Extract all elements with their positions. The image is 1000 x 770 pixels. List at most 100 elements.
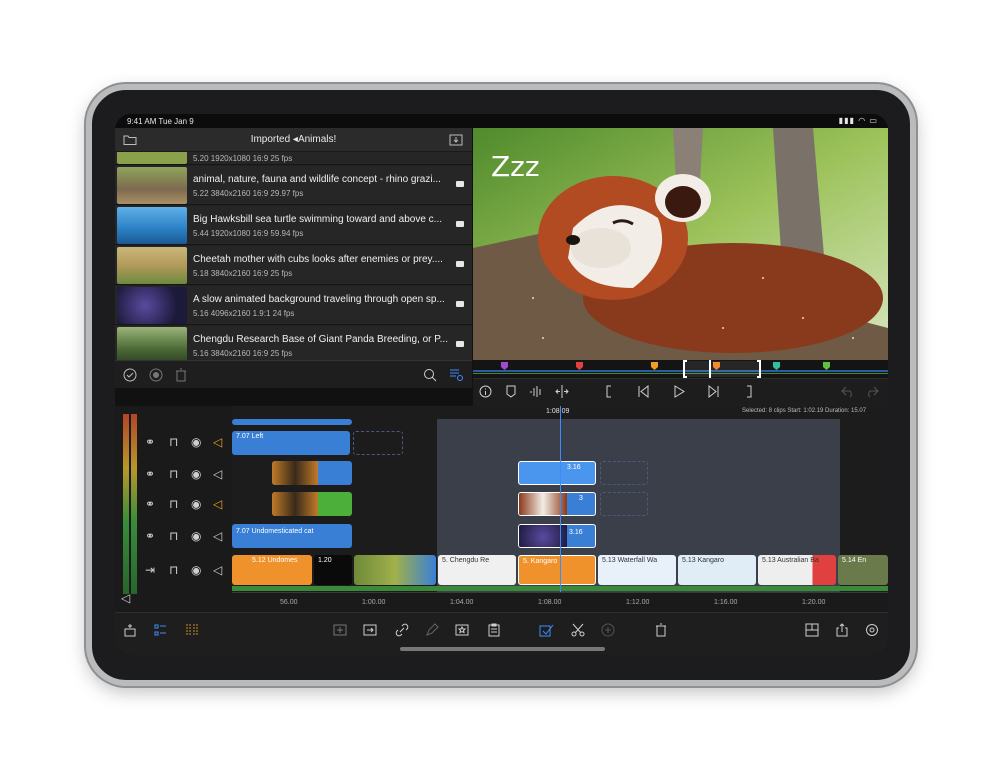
browser-title[interactable]: Imported ◂Animals! <box>115 134 472 145</box>
home-indicator <box>400 647 605 651</box>
link-icon[interactable]: ⚭ <box>145 436 155 448</box>
timeline[interactable]: 1:08.09 Selected: 8 clips Start: 1:02.19… <box>232 406 888 612</box>
playhead[interactable] <box>560 406 561 606</box>
storyboard-icon[interactable] <box>185 623 199 640</box>
mark-in-icon[interactable] <box>605 385 613 401</box>
delete-icon[interactable] <box>655 623 667 640</box>
time-ruler[interactable]: 56.00 1:00.00 1:04.00 1:08.00 1:12.00 1:… <box>232 592 888 612</box>
audio-level-meter-right <box>131 414 137 594</box>
skip-forward-icon[interactable] <box>707 384 720 401</box>
add-circle-icon[interactable] <box>601 623 615 640</box>
share-icon[interactable] <box>835 623 849 640</box>
mark-out-icon[interactable] <box>745 385 753 401</box>
list-item[interactable]: 5.20 1920x1080 16:9 25 fps <box>115 152 472 165</box>
audio-waveform-icon[interactable] <box>529 385 543 401</box>
trash-icon[interactable] <box>175 368 187 384</box>
eye-icon[interactable]: ◉ <box>191 530 201 542</box>
link-icon[interactable]: ⚭ <box>145 530 155 542</box>
primary-clip[interactable]: 5.13 Australian Ba <box>758 555 836 585</box>
clipboard-icon[interactable] <box>487 623 501 640</box>
status-bar: 9:41 AM Tue Jan 9 ▮▮▮ ◠ ▭ <box>115 114 888 128</box>
split-icon[interactable] <box>555 385 569 401</box>
clip-thumbnail <box>117 327 187 360</box>
speaker-icon[interactable]: ◁ <box>213 468 222 480</box>
primary-clip[interactable]: 5.13 Waterfall Wa <box>598 555 676 585</box>
arrow-icon[interactable]: ⇥ <box>145 564 155 576</box>
browser-footer <box>115 360 472 388</box>
clip-flag-icon <box>456 221 464 227</box>
layout-icon[interactable] <box>805 623 819 640</box>
primary-clip[interactable]: 5.13 Kangaro <box>678 555 756 585</box>
scissors-icon[interactable] <box>571 623 585 640</box>
selected-clip[interactable]: 3 <box>518 492 596 516</box>
lock-icon[interactable]: ⊓ <box>169 530 178 542</box>
video-clip[interactable] <box>272 492 352 516</box>
redo-icon[interactable] <box>865 385 879 401</box>
clip-meta: 5.18 3840x2160 16:9 25 fps <box>193 269 293 278</box>
link-clips-icon[interactable] <box>395 623 409 640</box>
record-icon[interactable] <box>149 368 163 384</box>
list-item[interactable]: animal, nature, fauna and wildlife conce… <box>115 166 472 205</box>
zzz-overlay-text: Zzz <box>491 150 540 183</box>
check-circle-icon[interactable] <box>123 368 137 384</box>
favorite-icon[interactable] <box>455 623 469 640</box>
search-icon[interactable] <box>423 368 437 384</box>
eye-icon[interactable]: ◉ <box>191 468 201 480</box>
clip-label: 5.12 Undomes <box>252 557 298 564</box>
import-icon[interactable] <box>449 134 463 148</box>
ruler-tick: 56.00 <box>280 599 298 606</box>
add-track-icon[interactable] <box>123 623 137 640</box>
skip-back-icon[interactable] <box>637 384 650 401</box>
mute-icon[interactable]: ◁ <box>213 436 222 448</box>
title-clip-cat[interactable]: 7.07 Undomesticated cat <box>232 524 352 548</box>
primary-clip[interactable]: 5. Kangaro <box>518 555 596 585</box>
clip-label: 5. Kangaro <box>523 558 558 565</box>
undo-icon[interactable] <box>841 385 855 401</box>
primary-clip[interactable] <box>354 555 436 585</box>
play-icon[interactable] <box>673 385 685 401</box>
audio-level-meter-left <box>123 414 129 594</box>
lock-icon[interactable]: ⊓ <box>169 564 178 576</box>
selected-clip[interactable]: 3.16 <box>518 524 596 548</box>
mute-icon[interactable]: ◁ <box>213 498 222 510</box>
clip-flag-icon <box>456 181 464 187</box>
volume-icon[interactable]: ◁ <box>121 592 130 604</box>
eye-icon[interactable]: ◉ <box>191 498 201 510</box>
list-item[interactable]: Cheetah mother with cubs looks after ene… <box>115 246 472 285</box>
settings-icon[interactable] <box>865 623 879 640</box>
lock-icon[interactable]: ⊓ <box>169 498 178 510</box>
lock-icon[interactable]: ⊓ <box>169 436 178 448</box>
eye-icon[interactable]: ◉ <box>191 436 201 448</box>
title-clip-top[interactable] <box>232 419 352 425</box>
lock-icon[interactable]: ⊓ <box>169 468 178 480</box>
insert-icon[interactable] <box>333 623 347 640</box>
select-icon[interactable] <box>539 623 555 640</box>
link-icon[interactable]: ⚭ <box>145 498 155 510</box>
audio-clip[interactable]: 1.20 <box>314 555 352 585</box>
list-item[interactable]: A slow animated background traveling thr… <box>115 286 472 325</box>
selected-clip[interactable]: 3.16 <box>518 461 596 485</box>
overview-scrubber[interactable] <box>473 360 888 378</box>
pen-icon[interactable] <box>425 623 439 640</box>
primary-clip[interactable]: 5.14 En <box>838 555 888 585</box>
info-icon[interactable] <box>479 385 492 401</box>
list-options-icon[interactable] <box>449 367 463 383</box>
clip-list: 5.20 1920x1080 16:9 25 fps animal, natur… <box>115 152 472 360</box>
primary-clip[interactable]: 5. Chengdu Re <box>438 555 516 585</box>
clip-meta: 5.16 3840x2160 16:9 25 fps <box>193 349 293 358</box>
speaker-icon[interactable]: ◁ <box>213 530 222 542</box>
eye-icon[interactable]: ◉ <box>191 564 201 576</box>
replace-icon[interactable] <box>363 623 377 640</box>
list-item[interactable]: Big Hawksbill sea turtle swimming toward… <box>115 206 472 245</box>
primary-clip[interactable]: 5.12 Undomes <box>232 555 312 585</box>
video-viewer[interactable]: Zzz <box>473 128 888 360</box>
video-clip[interactable] <box>272 461 352 485</box>
link-icon[interactable]: ⚭ <box>145 468 155 480</box>
clip-label: 5.14 En <box>842 557 867 564</box>
title-clip-left[interactable]: 7.07 Left <box>232 431 350 455</box>
marker-icon[interactable] <box>505 385 517 401</box>
inspector-icon[interactable] <box>153 623 167 640</box>
clip-label: 7.07 Left <box>236 433 264 440</box>
list-item[interactable]: Chengdu Research Base of Giant Panda Bre… <box>115 326 472 360</box>
speaker-icon[interactable]: ◁ <box>213 564 222 576</box>
